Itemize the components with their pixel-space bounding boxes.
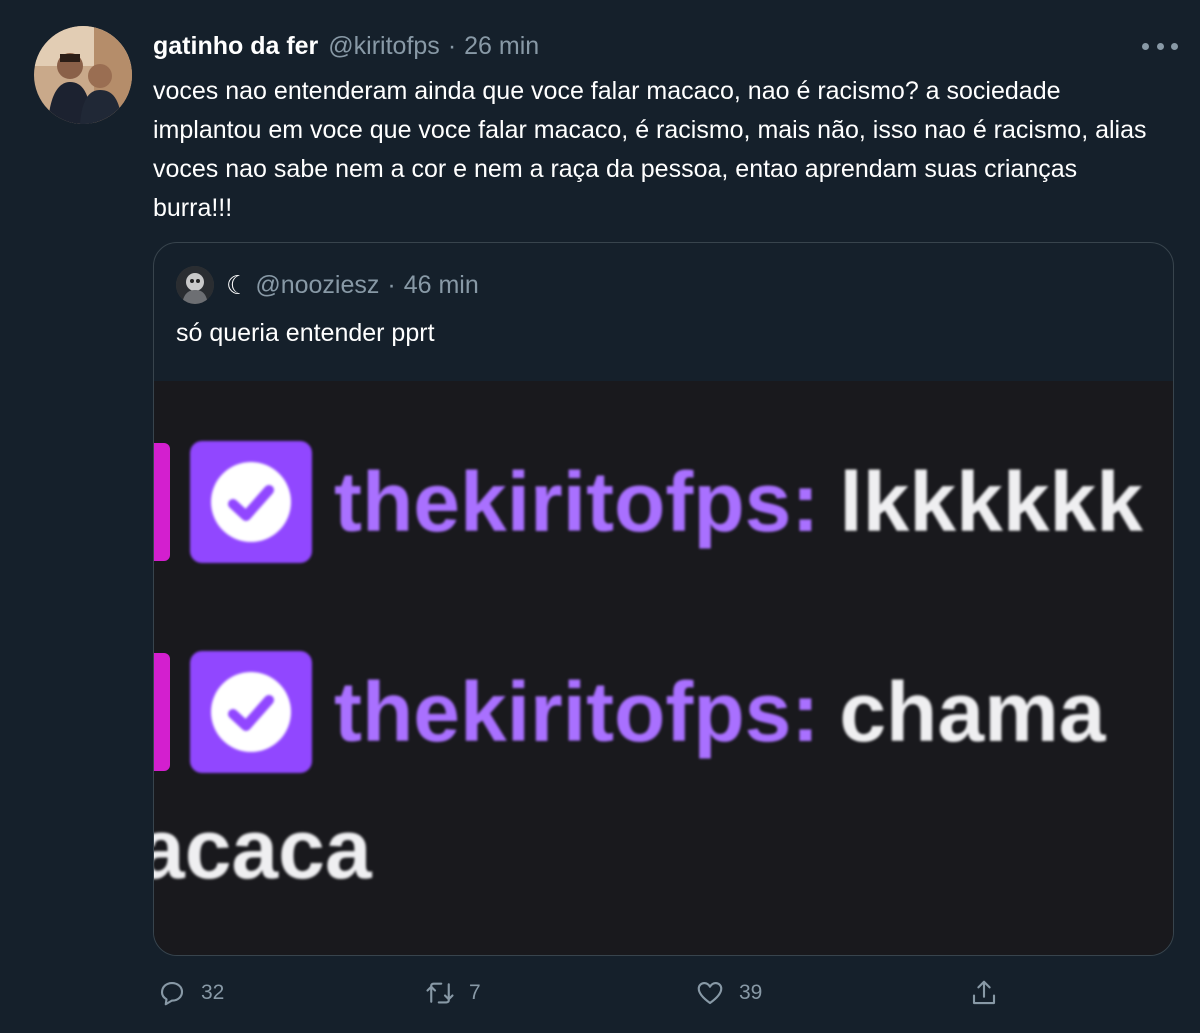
user-avatar[interactable] [34,26,132,124]
verified-badge-icon [190,651,312,773]
chat-line: thekiritofps: chama [154,651,1106,773]
reply-icon [160,981,184,1006]
chat-username: thekiritofps: [334,454,820,549]
tweet-header: gatinho da fer @kiritofps · 26 min [153,32,539,62]
retweet-button[interactable]: 7 [425,978,481,1008]
separator-dot: · [387,270,396,299]
like-button[interactable]: 39 [695,978,762,1008]
chat-message: chama [839,664,1106,759]
retweet-count: 7 [469,981,481,1004]
share-icon [972,980,996,1005]
avatar-photo [34,26,132,124]
quoted-tweet[interactable]: ☾ @nooziesz · 46 min só queria entender … [153,242,1174,956]
separator-dot: · [447,32,457,60]
highlight-bar [154,653,170,771]
highlight-bar [154,443,170,561]
display-name[interactable]: gatinho da fer [153,32,318,61]
chat-message: lkkkkkk [839,454,1143,549]
tweet-text: voces nao entenderam ainda que voce fala… [153,77,1147,222]
more-options-icon[interactable] [1142,36,1178,56]
tweet-timestamp[interactable]: 26 min [464,32,539,61]
like-count: 39 [739,981,763,1004]
heart-icon [697,981,723,1005]
chat-line: thekiritofps: lkkkkkk [154,441,1143,563]
tweet[interactable]: gatinho da fer @kiritofps · 26 min voces… [0,0,1200,1033]
quoted-tweet-header: ☾ @nooziesz · 46 min [176,265,479,305]
share-button[interactable] [969,978,1013,1008]
user-handle[interactable]: @kiritofps [328,32,440,61]
verified-badge-icon [190,441,312,563]
reply-count: 32 [201,981,225,1004]
quoted-user-avatar [176,266,214,304]
tweet-actions: 32 7 39 [153,978,1174,1018]
quoted-timestamp: 46 min [403,270,479,299]
quoted-media-image[interactable]: thekiritofps: lkkkkkk thekiritofps: cham… [154,381,1173,955]
chat-message-continuation: acaca [154,802,372,896]
retweet-icon [426,982,454,1004]
quoted-tweet-text: só queria entender pprt [176,319,435,347]
chat-username: thekiritofps: [334,664,820,759]
quoted-display-name: ☾ [226,269,250,300]
quoted-user-handle: @nooziesz [255,270,380,299]
reply-button[interactable]: 32 [157,978,224,1008]
